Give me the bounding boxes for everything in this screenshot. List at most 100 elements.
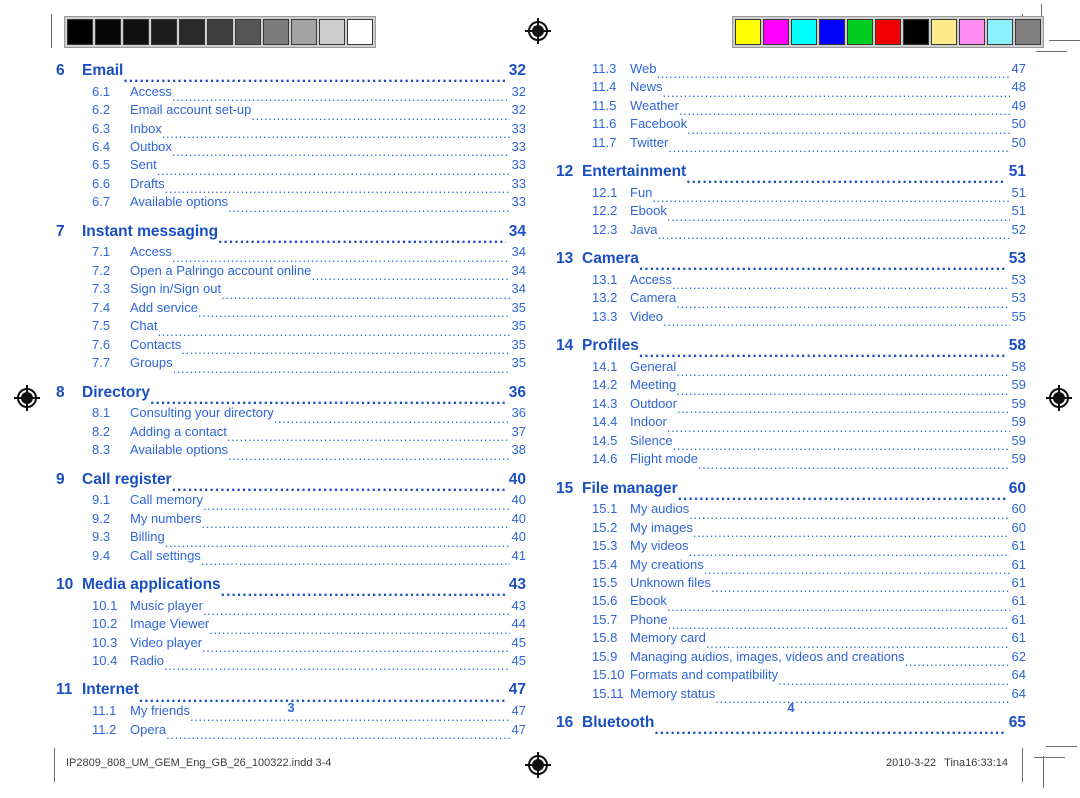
toc-chapter-row[interactable]: 12 Entertainment 51 (556, 161, 1026, 184)
toc-section-row[interactable]: 7.2 Open a Palringo account online 34 (56, 262, 526, 280)
toc-section-row[interactable]: 7.4 Add service 35 (56, 299, 526, 317)
toc-section-row[interactable]: 7.7 Groups 35 (56, 354, 526, 372)
toc-section-row[interactable]: 12.3 Java 52 (556, 221, 1026, 239)
toc-section-row[interactable]: 10.3 Video player 45 (56, 634, 526, 652)
toc-section-row[interactable]: 14.4 Indoor 59 (556, 413, 1026, 431)
toc-section-row[interactable]: 6.4 Outbox 33 (56, 138, 526, 156)
toc-chapter-row[interactable]: 14 Profiles 58 (556, 335, 1026, 358)
toc-section-row[interactable]: 15.7 Phone 61 (556, 611, 1026, 629)
toc-section-row[interactable]: 12.1 Fun 51 (556, 184, 1026, 202)
footer-file-slug: IP2809_808_UM_GEM_Eng_GB_26_100322.indd … (66, 757, 332, 769)
toc-section-row[interactable]: 11.2 Opera 47 (56, 721, 526, 739)
toc-section-row[interactable]: 11.4 News 48 (556, 78, 1026, 96)
toc-chapter-row[interactable]: 11 Internet 47 (56, 679, 526, 702)
toc-section-row[interactable]: 6.1 Access 32 (56, 83, 526, 101)
toc-section-row[interactable]: 9.2 My numbers 40 (56, 510, 526, 528)
toc-entry-page-number: 52 (1011, 221, 1026, 237)
toc-section-row[interactable]: 9.3 Billing 40 (56, 528, 526, 546)
toc-entry-label: Media applications (82, 576, 221, 594)
toc-section-row[interactable]: 14.5 Silence 59 (556, 432, 1026, 450)
toc-section-row[interactable]: 6.6 Drafts 33 (56, 175, 526, 193)
toc-chapter-row[interactable]: 16 Bluetooth 65 (556, 712, 1026, 735)
toc-section-row[interactable]: 15.1 My audios 60 (556, 500, 1026, 518)
toc-section-row[interactable]: 7.6 Contacts 35 (56, 336, 526, 354)
toc-section-row[interactable]: 7.1 Access 34 (56, 243, 526, 261)
toc-chapter-row[interactable]: 7 Instant messaging 34 (56, 221, 526, 244)
toc-section-row[interactable]: 15.6 Ebook 61 (556, 592, 1026, 610)
toc-section-row[interactable]: 10.2 Image Viewer 44 (56, 615, 526, 633)
toc-entry-page-number: 35 (511, 336, 526, 352)
toc-section-row[interactable]: 15.5 Unknown files 61 (556, 574, 1026, 592)
toc-entry-number: 15.10 (592, 667, 625, 683)
toc-section-row[interactable]: 7.3 Sign in/Sign out 34 (56, 280, 526, 298)
toc-dot-leader (221, 286, 509, 299)
toc-chapter-row[interactable]: 13 Camera 53 (556, 248, 1026, 271)
toc-section-row[interactable]: 8.1 Consulting your directory 36 (56, 404, 526, 422)
toc-section-row[interactable]: 10.1 Music player 43 (56, 597, 526, 615)
toc-chapter-row[interactable]: 6 Email 32 (56, 60, 526, 83)
toc-entry-page-number: 45 (511, 634, 526, 650)
toc-chapter-row[interactable]: 8 Directory 36 (56, 382, 526, 405)
toc-section-row[interactable]: 11.7 Twitter 50 (556, 134, 1026, 152)
toc-entry-label: Contacts (130, 336, 182, 352)
toc-entry-number: 15.8 (592, 630, 618, 646)
toc-entry-label: Directory (82, 383, 151, 401)
toc-section-row[interactable]: 6.7 Available options 33 (56, 193, 526, 211)
color-patch (763, 19, 789, 45)
toc-entry-number: 12.2 (592, 203, 618, 219)
color-patch (207, 19, 233, 45)
toc-entry-page-number: 36 (508, 383, 526, 401)
toc-section-row[interactable]: 11.6 Facebook 50 (556, 115, 1026, 133)
toc-entry-number: 8.1 (92, 405, 111, 421)
toc-section-row[interactable]: 14.2 Meeting 59 (556, 376, 1026, 394)
toc-chapter-row[interactable]: 15 File manager 60 (556, 478, 1026, 501)
toc-entry-label: Open a Palringo account online (130, 262, 312, 278)
toc-entry-number: 7.1 (92, 244, 111, 260)
toc-section-row[interactable]: 13.3 Video 55 (556, 308, 1026, 326)
toc-chapter-row[interactable]: 9 Call register 40 (56, 469, 526, 492)
toc-section-row[interactable]: 12.2 Ebook 51 (556, 202, 1026, 220)
toc-entry-page-number: 53 (1008, 250, 1026, 268)
toc-section-row[interactable]: 6.3 Inbox 33 (56, 120, 526, 138)
toc-entry-number: 15.6 (592, 593, 618, 609)
toc-section-row[interactable]: 11.5 Weather 49 (556, 97, 1026, 115)
toc-entry-number: 12.3 (592, 221, 618, 237)
toc-section-row[interactable]: 7.5 Chat 35 (56, 317, 526, 335)
toc-section-row[interactable]: 15.3 My videos 61 (556, 537, 1026, 555)
toc-section-row[interactable]: 15.2 My images 60 (556, 519, 1026, 537)
toc-section-row[interactable]: 15.9 Managing audios, images, videos and … (556, 648, 1026, 666)
toc-entry-number: 11 (56, 681, 73, 699)
toc-section-row[interactable]: 8.3 Available options 38 (56, 441, 526, 459)
toc-section-row[interactable]: 14.6 Flight mode 59 (556, 450, 1026, 468)
toc-section-row[interactable]: 14.3 Outdoor 59 (556, 395, 1026, 413)
toc-section-row[interactable]: 14.1 General 58 (556, 358, 1026, 376)
toc-dot-leader (181, 341, 509, 354)
toc-chapter-row[interactable]: 10 Media applications 43 (56, 574, 526, 597)
toc-section-row[interactable]: 13.2 Camera 53 (556, 289, 1026, 307)
toc-section-row[interactable]: 8.2 Adding a contact 37 (56, 423, 526, 441)
toc-section-row[interactable]: 15.4 My creations 61 (556, 556, 1026, 574)
toc-section-row[interactable]: 10.4 Radio 45 (56, 652, 526, 670)
toc-entry-number: 8 (56, 383, 65, 401)
toc-entry-page-number: 41 (511, 547, 526, 563)
toc-entry-number: 15.7 (592, 611, 618, 627)
toc-entry-page-number: 60 (1011, 501, 1026, 517)
registration-target-icon-bottom-center (525, 752, 551, 778)
toc-section-row[interactable]: 6.5 Sent 33 (56, 156, 526, 174)
toc-section-row[interactable]: 15.8 Memory card 61 (556, 629, 1026, 647)
toc-section-row[interactable]: 9.1 Call memory 40 (56, 491, 526, 509)
toc-section-row[interactable]: 9.4 Call settings 41 (56, 547, 526, 565)
toc-section-row[interactable]: 11.3 Web 47 (556, 60, 1026, 78)
toc-dot-leader (657, 226, 1009, 239)
toc-section-row[interactable]: 6.2 Email account set-up 32 (56, 101, 526, 119)
toc-dot-leader (663, 313, 1010, 326)
toc-section-row[interactable]: 15.10 Formats and compatibility 64 (556, 666, 1026, 684)
toc-section-row[interactable]: 13.1 Access 53 (556, 271, 1026, 289)
toc-entry-number: 14.6 (592, 451, 618, 467)
toc-entry-number: 14.3 (592, 395, 618, 411)
toc-entry-page-number: 61 (1011, 575, 1026, 591)
toc-entry-number: 14.1 (592, 358, 618, 374)
toc-dot-leader (198, 304, 510, 317)
toc-entry-label: Outdoor (630, 395, 677, 411)
toc-entry-label: Flight mode (630, 451, 698, 467)
